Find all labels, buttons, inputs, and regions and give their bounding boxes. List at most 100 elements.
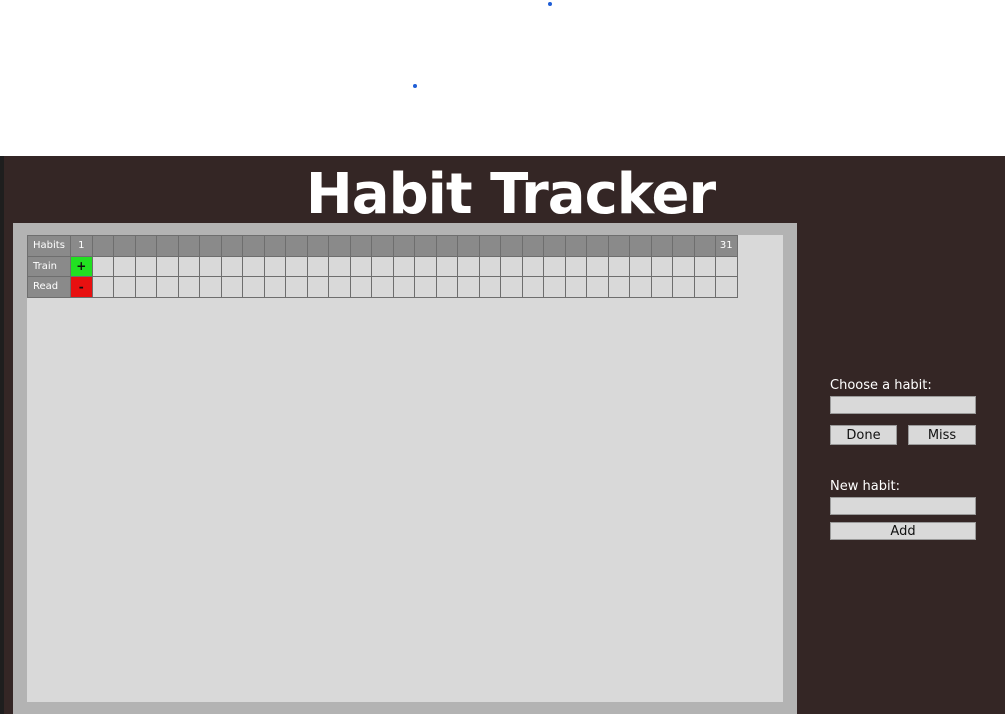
habit-cell[interactable] bbox=[564, 276, 587, 298]
habit-cell[interactable] bbox=[199, 276, 222, 298]
habit-cell[interactable] bbox=[91, 276, 114, 298]
habit-name-read[interactable]: Read bbox=[27, 276, 71, 298]
habit-cell[interactable] bbox=[414, 276, 437, 298]
habit-cell[interactable] bbox=[134, 255, 157, 277]
habit-cell[interactable] bbox=[672, 255, 695, 277]
day-header-30 bbox=[693, 235, 716, 257]
controls-panel: Choose a habit: Done Miss New habit: Add bbox=[830, 378, 980, 540]
habit-cell[interactable] bbox=[543, 255, 566, 277]
day-header-5 bbox=[156, 235, 179, 257]
new-habit-label: New habit: bbox=[830, 479, 901, 494]
habit-cell[interactable] bbox=[242, 255, 265, 277]
day-header-21 bbox=[500, 235, 523, 257]
add-button[interactable]: Add bbox=[830, 522, 976, 540]
day-header-28 bbox=[650, 235, 673, 257]
habit-cell[interactable] bbox=[672, 276, 695, 298]
done-button[interactable]: Done bbox=[830, 425, 897, 445]
habit-cell[interactable] bbox=[371, 276, 394, 298]
grid-header-habits: Habits bbox=[27, 235, 71, 257]
habit-cell[interactable] bbox=[242, 276, 265, 298]
habit-cell[interactable] bbox=[349, 276, 372, 298]
choose-habit-input[interactable] bbox=[830, 396, 976, 414]
habit-cell[interactable] bbox=[586, 276, 609, 298]
day-header-3 bbox=[113, 235, 136, 257]
habit-cell[interactable] bbox=[371, 255, 394, 277]
day-header-8 bbox=[220, 235, 243, 257]
habit-cell[interactable] bbox=[586, 255, 609, 277]
habit-cell[interactable]: + bbox=[70, 255, 93, 277]
habit-cell[interactable] bbox=[650, 255, 673, 277]
habit-cell[interactable] bbox=[607, 276, 630, 298]
habit-cell[interactable] bbox=[693, 276, 716, 298]
habit-cell[interactable] bbox=[607, 255, 630, 277]
day-header-31: 31 bbox=[715, 235, 738, 257]
habit-name-train[interactable]: Train bbox=[27, 255, 71, 277]
habit-cell[interactable] bbox=[715, 276, 738, 298]
habit-cell[interactable] bbox=[564, 255, 587, 277]
habit-cell[interactable] bbox=[543, 276, 566, 298]
day-header-27 bbox=[629, 235, 652, 257]
day-header-1: 1 bbox=[70, 235, 93, 257]
habit-cell[interactable]: - bbox=[70, 276, 93, 298]
habit-cell[interactable] bbox=[650, 276, 673, 298]
habit-cell[interactable] bbox=[457, 276, 480, 298]
habit-cell[interactable] bbox=[285, 276, 308, 298]
habit-cell[interactable] bbox=[328, 255, 351, 277]
habit-cell[interactable] bbox=[177, 276, 200, 298]
habit-cell[interactable] bbox=[457, 255, 480, 277]
habit-cell[interactable] bbox=[414, 255, 437, 277]
habit-cell[interactable] bbox=[349, 255, 372, 277]
habit-cell[interactable] bbox=[392, 255, 415, 277]
day-header-12 bbox=[306, 235, 329, 257]
page-title: Habit Tracker bbox=[305, 162, 716, 227]
habit-cell[interactable] bbox=[199, 255, 222, 277]
day-header-2 bbox=[91, 235, 114, 257]
day-header-29 bbox=[672, 235, 695, 257]
day-header-16 bbox=[392, 235, 415, 257]
habit-cell[interactable] bbox=[113, 255, 136, 277]
habit-cell[interactable] bbox=[500, 255, 523, 277]
day-header-6 bbox=[177, 235, 200, 257]
habit-cell[interactable] bbox=[478, 276, 501, 298]
habit-cell[interactable] bbox=[435, 276, 458, 298]
habit-cell[interactable] bbox=[306, 255, 329, 277]
habit-cell[interactable] bbox=[328, 276, 351, 298]
habit-cell[interactable] bbox=[693, 255, 716, 277]
day-header-26 bbox=[607, 235, 630, 257]
habit-cell[interactable] bbox=[177, 255, 200, 277]
habit-cell[interactable] bbox=[156, 276, 179, 298]
habit-tracker-app: Habit Tracker Habits 1 31 Train + Read - Choos… bbox=[0, 156, 1005, 714]
habit-cell[interactable] bbox=[263, 255, 286, 277]
habit-cell[interactable] bbox=[306, 276, 329, 298]
habit-cell[interactable] bbox=[521, 255, 544, 277]
habit-cell[interactable] bbox=[220, 276, 243, 298]
new-habit-input[interactable] bbox=[830, 497, 976, 515]
day-header-24 bbox=[564, 235, 587, 257]
habit-cell[interactable] bbox=[113, 276, 136, 298]
habit-cell[interactable] bbox=[629, 255, 652, 277]
habit-cell[interactable] bbox=[478, 255, 501, 277]
habit-cell[interactable] bbox=[263, 276, 286, 298]
habit-cell[interactable] bbox=[392, 276, 415, 298]
day-header-22 bbox=[521, 235, 544, 257]
day-header-4 bbox=[134, 235, 157, 257]
habit-cell[interactable] bbox=[134, 276, 157, 298]
miss-button[interactable]: Miss bbox=[908, 425, 976, 445]
habit-cell[interactable] bbox=[521, 276, 544, 298]
habit-cell[interactable] bbox=[500, 276, 523, 298]
day-header-20 bbox=[478, 235, 501, 257]
habit-grid: Habits 1 31 Train + Read - bbox=[27, 235, 738, 298]
day-header-15 bbox=[371, 235, 394, 257]
tracker-area: Habits 1 31 Train + Read - bbox=[27, 235, 783, 702]
habit-cell[interactable] bbox=[285, 255, 308, 277]
habit-cell[interactable] bbox=[435, 255, 458, 277]
habit-cell[interactable] bbox=[715, 255, 738, 277]
habit-cell[interactable] bbox=[156, 255, 179, 277]
habit-cell[interactable] bbox=[629, 276, 652, 298]
habit-cell[interactable] bbox=[220, 255, 243, 277]
choose-habit-label: Choose a habit: bbox=[830, 378, 932, 393]
habit-cell[interactable] bbox=[91, 255, 114, 277]
page: Habit Tracker Habits 1 31 Train + Read - Choos… bbox=[0, 0, 1005, 714]
day-header-10 bbox=[263, 235, 286, 257]
day-header-7 bbox=[199, 235, 222, 257]
